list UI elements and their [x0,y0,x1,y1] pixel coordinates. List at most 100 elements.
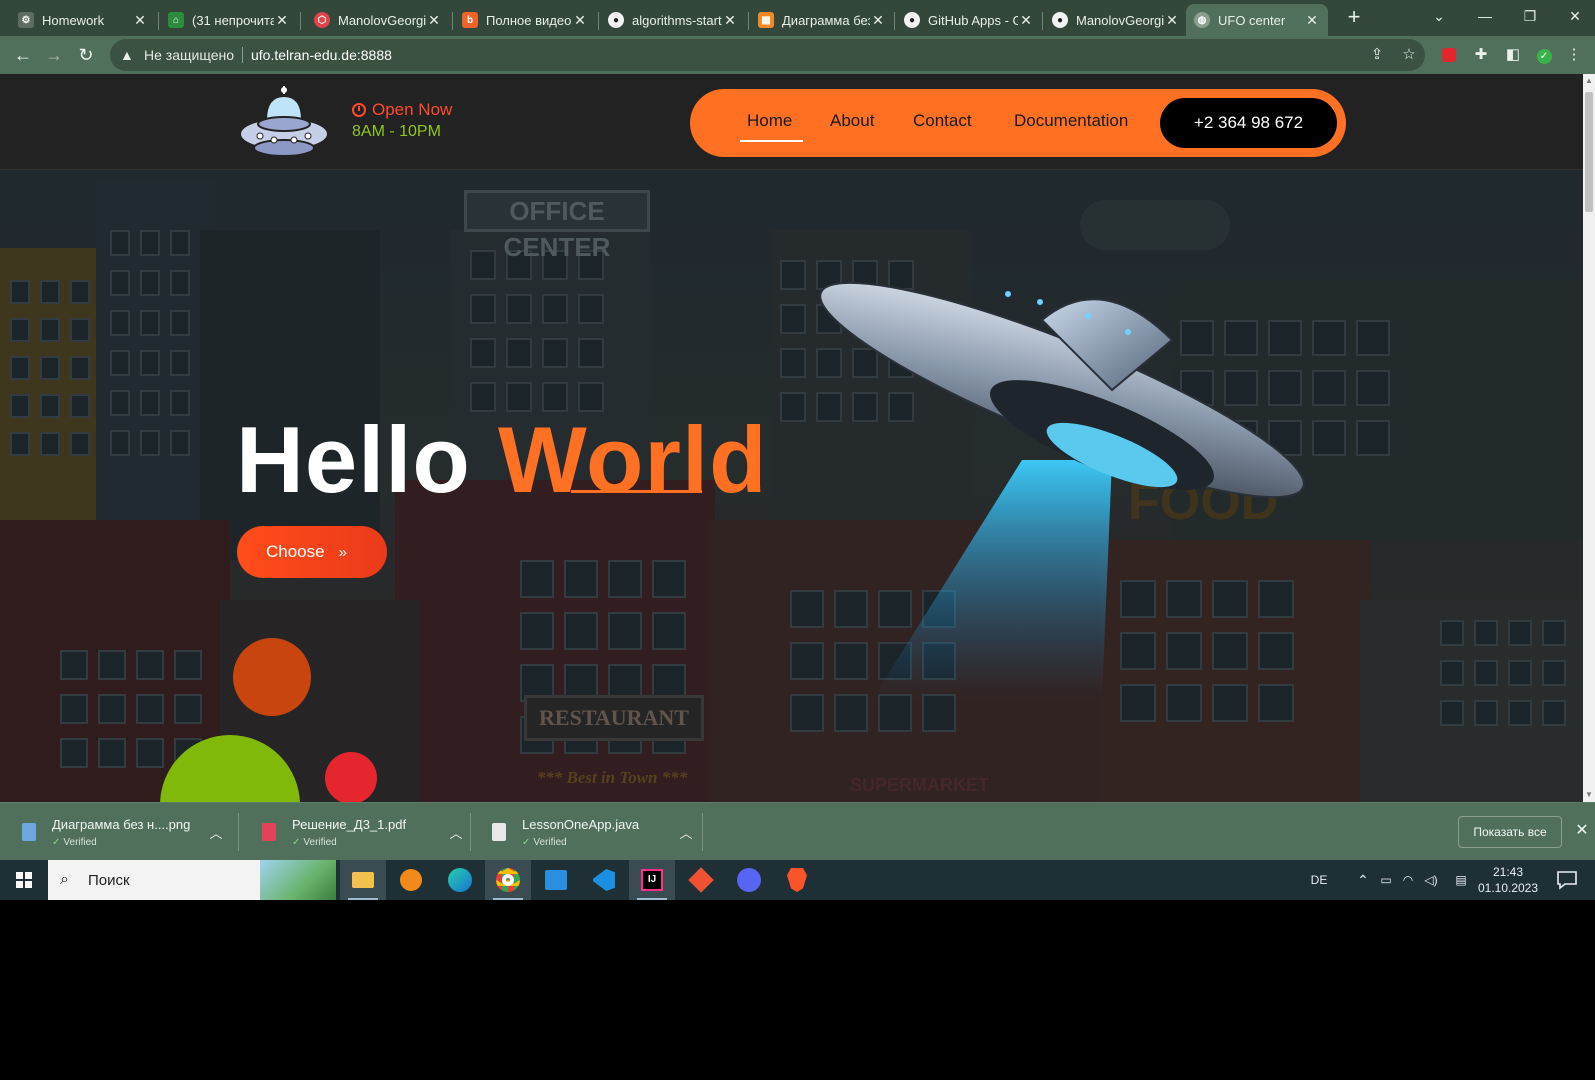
tab-video[interactable]: b Полное видео ✕ [454,4,596,36]
nav-home[interactable]: Home [747,111,792,131]
menu-kebab-icon[interactable]: ⋮ [1563,44,1585,66]
url-text[interactable]: ufo.telran-edu.de:8888 [251,47,392,63]
tab-title: ManolovGeorgi [338,12,426,28]
tab-search-icon[interactable]: ⌄ [1419,4,1459,28]
nav-documentation[interactable]: Documentation [1014,111,1128,131]
file-explorer-icon[interactable] [340,860,386,900]
warning-icon[interactable]: ▲ [120,47,138,63]
download-status-label: Verified [303,836,337,848]
vscode-icon[interactable] [581,860,627,900]
close-tab-icon[interactable]: ✕ [572,12,588,29]
tray-chevron-up-icon[interactable]: ⌃ [1354,860,1372,900]
close-tab-icon[interactable]: ✕ [1164,12,1180,29]
address-bar[interactable]: ▲ Не защищено ufo.telran-edu.de:8888 [110,39,1425,71]
tab-title: Полное видео [486,12,572,28]
download-filename: LessonOneApp.java [522,816,640,832]
tab-title: UFO center [1218,12,1286,28]
close-downloads-icon[interactable]: ✕ [1573,820,1591,842]
store-icon[interactable] [533,860,579,900]
chevron-up-icon[interactable]: ︿ [208,823,224,842]
chevron-up-icon[interactable]: ︿ [678,823,694,842]
bookmark-star-icon[interactable]: ☆ [1398,44,1420,66]
extension-red-icon[interactable] [1438,44,1460,66]
choose-button[interactable]: Choose » [237,526,387,578]
download-item[interactable]: Решение_Д3_1.pdf ✓ Verified ︿ [240,803,470,861]
tab-divider [300,12,301,30]
scroll-up-icon[interactable]: ▲ [1583,74,1595,88]
close-tab-icon[interactable]: ✕ [132,12,148,29]
red-circle [325,752,377,802]
edge-icon[interactable] [437,860,483,900]
check-icon: ✓ [292,836,301,848]
tab-divider [158,12,159,30]
tab-manolov-2[interactable]: ● ManolovGeorgi ✕ [1044,4,1188,36]
chevron-up-icon[interactable]: ︿ [448,823,464,842]
close-tab-icon[interactable]: ✕ [722,12,738,29]
input-language[interactable]: DE [1304,860,1334,900]
notifications-icon[interactable] [1555,868,1579,892]
show-all-downloads-button[interactable]: Показать все [1458,816,1562,848]
tab-title: Диаграмма без [782,12,870,28]
nav-contact[interactable]: Contact [913,111,972,131]
keyboard-icon[interactable]: ▤ [1450,860,1472,900]
close-tab-icon[interactable]: ✕ [1304,12,1320,29]
download-filename: Решение_Д3_1.pdf [292,816,407,832]
close-tab-icon[interactable]: ✕ [274,12,290,29]
tab-inbox[interactable]: ⌂ (31 непрочитанных ✕ [160,4,298,36]
github-icon: ● [1052,12,1068,28]
tab-divider [894,12,895,30]
tab-divider [598,12,599,30]
download-item[interactable]: Диаграмма без н....png ✓ Verified ︿ [0,803,236,861]
github-icon: ● [904,12,920,28]
close-window-button[interactable]: ✕ [1555,4,1595,28]
discord-icon[interactable] [726,860,772,900]
downloads-bar: Диаграмма без н....png ✓ Verified ︿ Решен… [0,802,1595,860]
tractor-beam [872,460,1112,700]
download-status-label: Verified [533,836,567,848]
ufo-logo-icon[interactable] [238,86,332,162]
scrollbar-thumb[interactable] [1585,92,1593,212]
tab-algorithms[interactable]: ● algorithms-start ✕ [600,4,746,36]
intellij-icon[interactable]: IJ [629,860,675,900]
wifi-icon[interactable]: ◠ [1398,860,1418,900]
tab-diagram[interactable]: ▦ Диаграмма без ✕ [750,4,894,36]
nav-about[interactable]: About [830,111,874,131]
back-icon[interactable]: ← [10,42,36,68]
tab-manolov-1[interactable]: ⬡ ManolovGeorgi ✕ [306,4,450,36]
screen: ⚙ Homework ✕ ⌂ (31 непрочитанных ✕ ⬡ Man… [0,0,1595,1080]
phone-button[interactable]: +2 364 98 672 [1160,98,1337,148]
restore-button[interactable]: ❐ [1510,4,1550,28]
tab-homework[interactable]: ⚙ Homework ✕ [10,4,156,36]
volume-icon[interactable]: ◁) [1420,860,1442,900]
chrome-icon[interactable] [485,860,531,900]
fl-studio-icon[interactable] [388,860,434,900]
system-clock[interactable]: 21:43 01.10.2023 [1472,864,1544,896]
check-icon: ✓ [52,836,61,848]
new-tab-button[interactable]: + [1342,6,1366,30]
side-panel-icon[interactable]: ◧ [1502,44,1524,66]
battery-icon[interactable]: ▭ [1376,860,1396,900]
scroll-down-icon[interactable]: ▼ [1583,788,1595,802]
hero-title: Hello World [236,406,768,514]
brave-icon[interactable] [774,860,820,900]
tab-github-apps[interactable]: ● GitHub Apps - G ✕ [896,4,1042,36]
reload-icon[interactable]: ↻ [73,42,99,68]
download-status: ✓ Verified [292,837,442,848]
extensions-puzzle-icon[interactable]: ✚ [1470,44,1492,66]
taskbar-search[interactable]: ⌕ Поиск [48,860,336,900]
tab-ufo-center[interactable]: ◍ UFO center ✕ [1186,4,1328,36]
profile-check-icon[interactable]: ✓ [1533,44,1555,66]
security-label[interactable]: Не защищено [144,47,234,63]
close-tab-icon[interactable]: ✕ [426,12,442,29]
page-scrollbar[interactable]: ▲ ▼ [1583,74,1595,802]
git-icon[interactable] [678,860,724,900]
forward-icon[interactable]: → [41,42,67,68]
windows-start-icon[interactable] [0,860,48,900]
close-tab-icon[interactable]: ✕ [870,12,886,29]
tab-divider [452,12,453,30]
close-tab-icon[interactable]: ✕ [1018,12,1034,29]
minimize-button[interactable]: — [1465,4,1505,28]
download-item[interactable]: LessonOneApp.java ✓ Verified ︿ [470,803,702,861]
share-icon[interactable]: ⇪ [1366,44,1388,66]
hero-title-underline [571,490,702,493]
